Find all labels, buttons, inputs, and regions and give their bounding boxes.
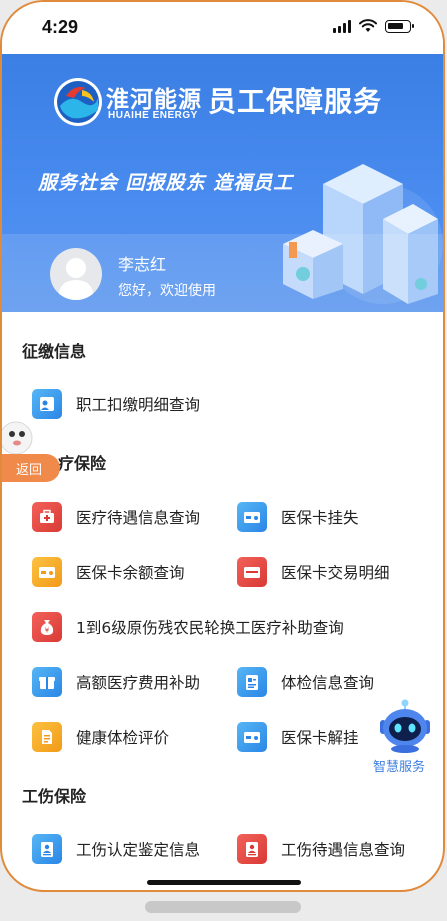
user-name: 李志红 [118, 255, 167, 274]
back-button[interactable]: 返回 [2, 454, 60, 482]
status-icons [333, 19, 414, 33]
user-silhouette-icon [58, 258, 94, 300]
menu-item-label: 医保卡交易明细 [281, 564, 390, 582]
brand-name-en: HUAIHE ENERGY [108, 110, 198, 121]
assistant-label[interactable]: 智慧服务 [373, 756, 425, 775]
menu-item-card-report-loss[interactable]: 医保卡挂失 [237, 499, 359, 535]
device-bottom-shadow [145, 901, 301, 913]
id-document-icon [237, 834, 267, 864]
menu-item-card-balance[interactable]: 医保卡余额查询 [32, 554, 185, 590]
card-icon [32, 557, 62, 587]
person-card-icon [32, 389, 62, 419]
slogan: 服务社会 回报股东 造福员工 [38, 172, 294, 194]
mascot-icon [2, 421, 33, 455]
menu-item-label: 医保卡挂失 [281, 509, 359, 527]
menu-item-checkup-info[interactable]: 体检信息查询 [237, 664, 374, 700]
menu-item-rotation-worker-subsidy[interactable]: ¥ 1到6级原伤残农民轮换工医疗补助查询 [32, 609, 344, 645]
svg-text:¥: ¥ [45, 627, 50, 635]
menu-item-label: 医保卡余额查询 [76, 564, 185, 582]
brand-name: 淮河能源 [106, 87, 202, 113]
menu-item-label: 职工扣缴明细查询 [76, 396, 201, 414]
home-indicator[interactable] [147, 880, 301, 885]
money-bag-icon: ¥ [32, 612, 62, 642]
document-icon [32, 722, 62, 752]
section-title-injury: 工伤保险 [22, 787, 87, 806]
signal-icon [333, 19, 351, 33]
battery-icon [385, 19, 414, 33]
wifi-icon [359, 19, 377, 32]
card-icon [237, 557, 267, 587]
id-document-icon [32, 834, 62, 864]
avatar[interactable] [50, 248, 102, 300]
gift-icon [32, 667, 62, 697]
card-icon [237, 722, 267, 752]
status-time: 4:29 [42, 17, 79, 37]
menu-item-label: 医保卡解挂 [281, 729, 359, 747]
phone-frame: 4:29 淮河能源 HUAIHE ENERGY 员工保障服务 服务社会 回报股东… [0, 0, 445, 892]
menu-item-label: 工伤认定鉴定信息 [76, 841, 201, 859]
section-title-collection: 征缴信息 [22, 342, 87, 361]
report-icon [237, 667, 267, 697]
menu-item-injury-appraisal[interactable]: 工伤认定鉴定信息 [32, 831, 200, 867]
menu-item-high-medical-subsidy[interactable]: 高额医疗费用补助 [32, 664, 200, 700]
app-title: 员工保障服务 [208, 85, 383, 118]
menu-item-injury-benefits[interactable]: 工伤待遇信息查询 [237, 831, 405, 867]
header-banner: 淮河能源 HUAIHE ENERGY 员工保障服务 服务社会 回报股东 造福员工 [2, 54, 443, 312]
menu-item-card-unfreeze[interactable]: 医保卡解挂 [237, 719, 359, 755]
menu-item-label: 高额医疗费用补助 [76, 674, 201, 692]
section-title-medical: 疗保险 [58, 454, 107, 473]
status-bar: 4:29 [2, 2, 443, 54]
menu-item-card-transactions[interactable]: 医保卡交易明细 [237, 554, 390, 590]
assistant-robot-icon[interactable] [374, 698, 436, 754]
menu-item-label: 体检信息查询 [281, 674, 375, 692]
menu-item-label: 1到6级原伤残农民轮换工医疗补助查询 [76, 619, 344, 637]
menu-item-label: 健康体检评价 [76, 729, 170, 747]
menu-item-label: 医疗待遇信息查询 [76, 509, 201, 527]
company-logo-icon [54, 78, 102, 126]
menu-item-health-evaluation[interactable]: 健康体检评价 [32, 719, 169, 755]
user-greeting: 您好，欢迎使用 [118, 283, 216, 299]
menu-item-medical-benefits[interactable]: 医疗待遇信息查询 [32, 499, 200, 535]
menu-item-label: 工伤待遇信息查询 [281, 841, 406, 859]
medical-kit-icon [32, 502, 62, 532]
card-icon [237, 502, 267, 532]
menu-item-deduction-detail[interactable]: 职工扣缴明细查询 [32, 386, 200, 422]
